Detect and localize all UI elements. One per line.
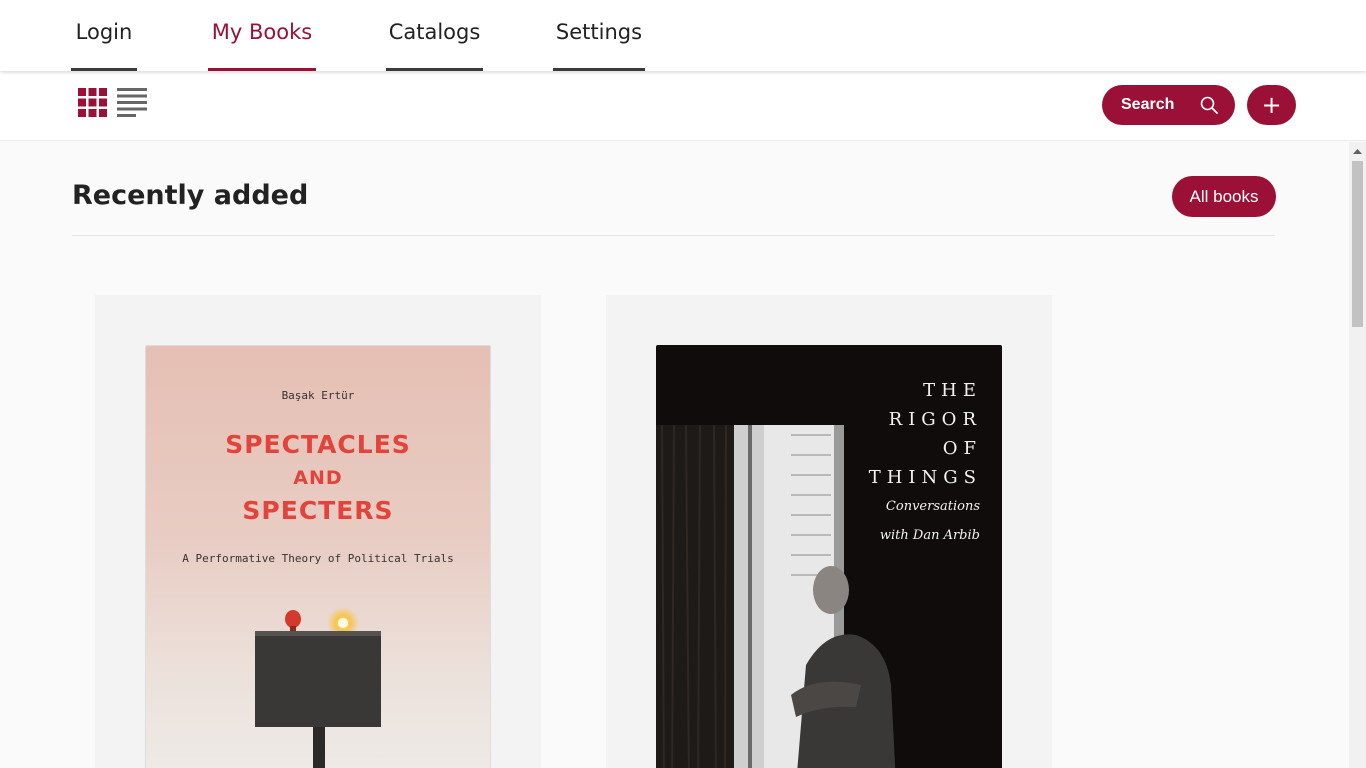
tab-my-books-label: My Books bbox=[211, 20, 313, 44]
book-title-line: RIGOR bbox=[888, 409, 982, 430]
tab-login[interactable]: Login bbox=[71, 0, 137, 71]
cover-illustration bbox=[255, 607, 381, 768]
add-book-button[interactable]: + bbox=[1247, 85, 1296, 125]
book-cover: THE RIGOR OF THINGS Conversations with D… bbox=[656, 345, 1002, 768]
book-card[interactable]: THE RIGOR OF THINGS Conversations with D… bbox=[606, 295, 1052, 768]
tab-settings-label: Settings bbox=[555, 20, 643, 44]
book-title-line: THINGS bbox=[868, 467, 982, 488]
grid-view-button[interactable] bbox=[78, 88, 107, 117]
all-books-button[interactable]: All books bbox=[1172, 176, 1276, 217]
plus-icon: + bbox=[1261, 91, 1282, 119]
top-navigation: Login My Books Catalogs Settings bbox=[0, 0, 1366, 71]
book-author: Başak Ertür bbox=[281, 389, 355, 402]
tab-my-books[interactable]: My Books bbox=[208, 0, 316, 71]
book-title-line: SPECTERS bbox=[242, 496, 394, 525]
list-icon bbox=[117, 88, 147, 117]
book-title-line: AND bbox=[293, 467, 343, 489]
book-title-line: THE bbox=[923, 380, 982, 401]
book-card[interactable]: Başak Ertür SPECTACLES AND SPECTERS A Pe… bbox=[95, 295, 541, 768]
book-subtitle-line: with Dan Arbib bbox=[879, 528, 980, 543]
scrollbar-thumb[interactable] bbox=[1352, 161, 1363, 327]
scroll-up-arrow-icon[interactable] bbox=[1349, 146, 1366, 156]
grid-icon bbox=[78, 88, 107, 117]
book-title-line: OF bbox=[942, 438, 982, 459]
toolbar: Search + bbox=[0, 71, 1366, 141]
vertical-scrollbar[interactable] bbox=[1349, 142, 1366, 768]
tab-catalogs-label: Catalogs bbox=[388, 20, 481, 44]
section-title: Recently added bbox=[72, 180, 309, 211]
book-subtitle: A Performative Theory of Political Trial… bbox=[182, 552, 454, 565]
section-divider bbox=[72, 235, 1275, 236]
search-button[interactable]: Search bbox=[1102, 85, 1235, 125]
book-subtitle-line: Conversations bbox=[885, 499, 980, 514]
book-cover: Başak Ertür SPECTACLES AND SPECTERS A Pe… bbox=[145, 345, 491, 768]
tab-catalogs[interactable]: Catalogs bbox=[386, 0, 483, 71]
search-icon bbox=[1200, 96, 1218, 114]
tab-settings[interactable]: Settings bbox=[553, 0, 645, 71]
book-title-line: SPECTACLES bbox=[225, 430, 411, 459]
list-view-button[interactable] bbox=[117, 88, 147, 117]
search-button-label: Search bbox=[1121, 96, 1175, 113]
tab-login-label: Login bbox=[75, 20, 133, 44]
